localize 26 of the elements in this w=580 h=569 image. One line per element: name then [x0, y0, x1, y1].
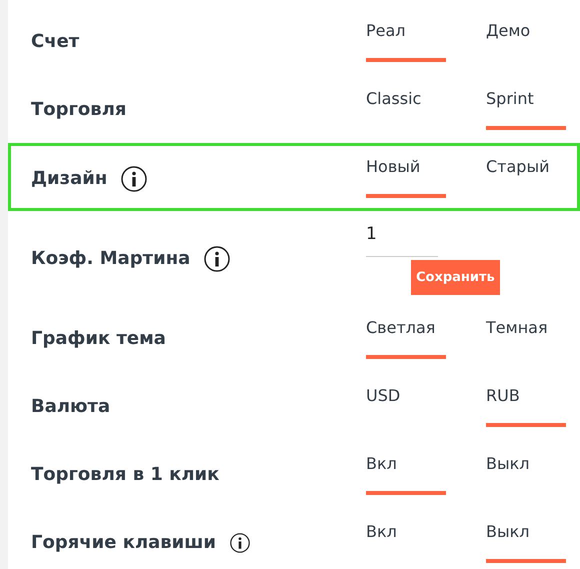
option-tab[interactable]: RUB: [486, 365, 572, 427]
option-tab[interactable]: Демо: [486, 0, 572, 62]
option-tab[interactable]: Темная: [486, 297, 572, 359]
input-field[interactable]: 1: [366, 222, 438, 256]
option-tab[interactable]: Вкл: [366, 433, 486, 495]
setting-label: Счет: [31, 30, 80, 54]
info-icon[interactable]: [121, 166, 148, 192]
setting-label: Дизайн: [31, 167, 108, 191]
option-tab[interactable]: Новый: [366, 143, 486, 198]
option-tab[interactable]: Выкл: [486, 501, 572, 563]
setting-label: График тема: [31, 327, 166, 351]
option-tab[interactable]: Вкл: [366, 501, 486, 563]
option-tab[interactable]: Выкл: [486, 433, 572, 495]
option-tab[interactable]: Старый: [486, 143, 572, 198]
setting-label: Горячие клавиши: [31, 531, 216, 555]
option-tab[interactable]: Sprint: [486, 68, 572, 130]
setting-label: Коэф. Мартина: [31, 247, 190, 271]
info-icon[interactable]: [204, 246, 230, 272]
info-icon[interactable]: [230, 533, 250, 553]
option-tab[interactable]: Светлая: [366, 297, 486, 359]
option-tab[interactable]: Реал: [366, 0, 486, 62]
setting-label: Торговля: [31, 98, 126, 122]
setting-label: Валюта: [31, 395, 110, 419]
option-tab[interactable]: USD: [366, 365, 486, 427]
option-tab[interactable]: Classic: [366, 68, 486, 130]
setting-label: Торговля в 1 клик: [31, 463, 220, 487]
